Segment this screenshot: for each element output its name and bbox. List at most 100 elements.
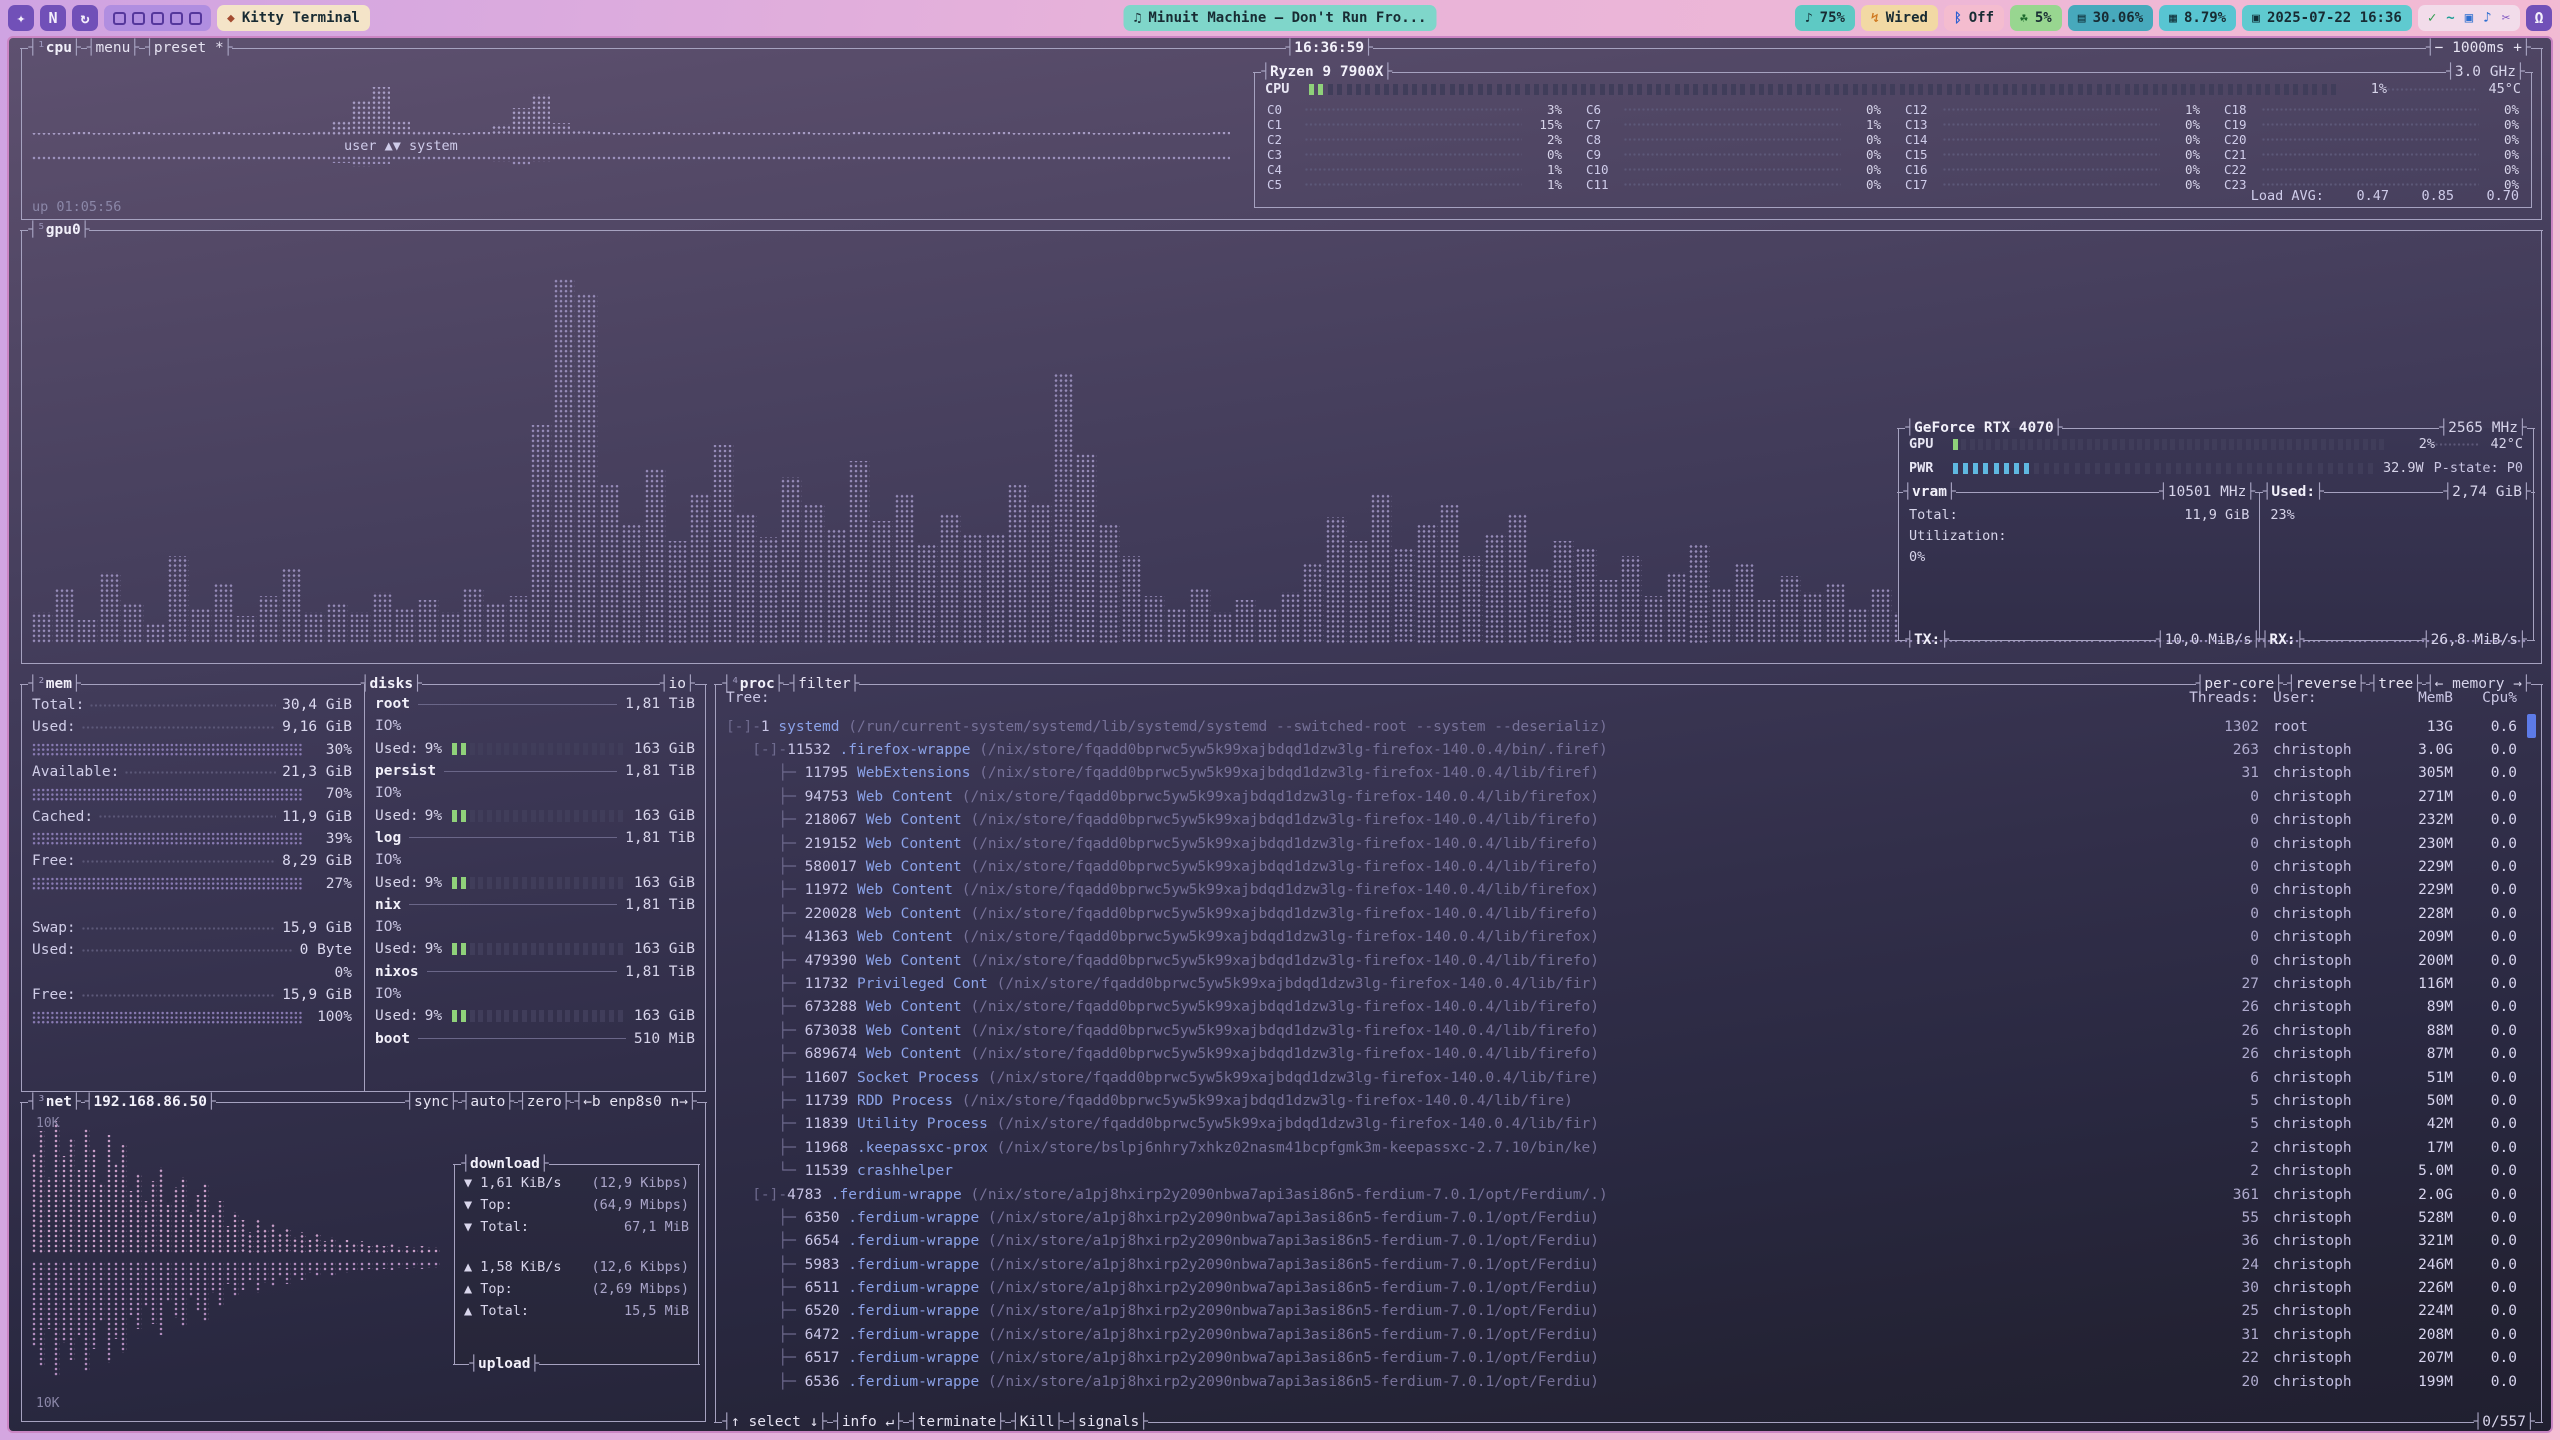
- mem-usage-meter: 70%: [32, 783, 352, 805]
- workspace-icon[interactable]: [189, 12, 202, 25]
- process-row[interactable]: ├─ 11607 Socket Process (/nix/store/fqad…: [726, 1066, 2517, 1089]
- scissors-icon[interactable]: ✂: [2502, 10, 2510, 26]
- info-control[interactable]: info ↵: [833, 1414, 903, 1430]
- workspace-icon[interactable]: [170, 12, 183, 25]
- process-row[interactable]: ├─ 6520 .ferdium-wrappe (/nix/store/a1pj…: [726, 1300, 2517, 1323]
- ip-address: 192.168.86.50: [85, 1094, 216, 1110]
- gpu-detail-panel: GeForce RTX 4070 2565 MHz GPU 2% 42°C PW…: [1898, 428, 2534, 640]
- select-control[interactable]: ↑ select ↓: [722, 1414, 827, 1430]
- audio-icon[interactable]: ♪: [2483, 10, 2491, 26]
- process-row[interactable]: ├─ 6536 .ferdium-wrappe (/nix/store/a1pj…: [726, 1370, 2517, 1393]
- scrollbar-thumb[interactable]: [2527, 714, 2536, 738]
- process-row[interactable]: ├─ 94753 Web Content (/nix/store/fqadd0b…: [726, 785, 2517, 808]
- net-box-title[interactable]: ³net: [28, 1094, 80, 1110]
- header-memory[interactable]: MemB: [2377, 690, 2453, 706]
- process-row[interactable]: ├─ 6517 .ferdium-wrappe (/nix/store/a1pj…: [726, 1347, 2517, 1370]
- disks-title[interactable]: disks: [361, 676, 422, 692]
- wave-icon[interactable]: ~: [2446, 10, 2454, 26]
- process-row[interactable]: ├─ 41363 Web Content (/nix/store/fqadd0b…: [726, 926, 2517, 949]
- menu-button[interactable]: menu: [87, 40, 139, 56]
- process-row[interactable]: ├─ 11732 Privileged Cont (/nix/store/fqa…: [726, 972, 2517, 995]
- process-row[interactable]: ├─ 479390 Web Content (/nix/store/fqadd0…: [726, 949, 2517, 972]
- vram-util-label: Utilization:: [1909, 528, 2007, 544]
- process-row[interactable]: [-]-4783 .ferdium-wrappe (/nix/store/a1p…: [726, 1183, 2517, 1206]
- cpu-panel: ¹cpu menu preset * 16:36:59 − 1000ms + u…: [21, 48, 2542, 220]
- terminate-control[interactable]: terminate: [909, 1414, 1005, 1430]
- media-player[interactable]: ♫ Minuit Machine – Don't Run Fro...: [1124, 5, 1437, 31]
- nixos-icon[interactable]: N: [40, 5, 66, 31]
- update-interval-control[interactable]: − 1000ms +: [2426, 40, 2531, 56]
- workspace-icon[interactable]: [151, 12, 164, 25]
- disk-io-row: IO%: [375, 782, 695, 804]
- core-grid: C03%C115%C22%C30%C41%C51%C60%C71%C80%C90…: [1255, 97, 2531, 183]
- process-row[interactable]: ├─ 11739 RDD Process (/nix/store/fqadd0b…: [726, 1089, 2517, 1112]
- workspace-icon[interactable]: [132, 12, 145, 25]
- proc-box-title[interactable]: ⁴proc: [722, 676, 783, 692]
- core-row: C71%: [1586, 117, 1881, 132]
- header-cpu[interactable]: Cpu%: [2453, 690, 2517, 706]
- process-row[interactable]: ├─ 6472 .ferdium-wrappe (/nix/store/a1pj…: [726, 1323, 2517, 1346]
- cpu-graph-divider: user ▲▼ system: [32, 138, 1232, 154]
- io-toggle[interactable]: io: [660, 676, 695, 692]
- process-row[interactable]: ├─ 218067 Web Content (/nix/store/fqadd0…: [726, 809, 2517, 832]
- cpu-box-title[interactable]: ¹cpu: [28, 40, 80, 56]
- process-row[interactable]: ├─ 6511 .ferdium-wrappe (/nix/store/a1pj…: [726, 1276, 2517, 1299]
- kill-control[interactable]: Kill: [1011, 1414, 1063, 1430]
- sync-button[interactable]: sync: [405, 1094, 457, 1110]
- display-icon[interactable]: ▣: [2465, 10, 2473, 26]
- status-cpu-usage[interactable]: ☘5%: [2010, 5, 2062, 31]
- process-row[interactable]: ├─ 11839 Utility Process (/nix/store/fqa…: [726, 1113, 2517, 1136]
- process-row[interactable]: ├─ 11972 Web Content (/nix/store/fqadd0b…: [726, 879, 2517, 902]
- check-icon[interactable]: ✓: [2428, 10, 2436, 26]
- gpu-pstate: P-state: P0: [2434, 460, 2523, 476]
- bell-icon[interactable]: Ω: [2526, 5, 2552, 31]
- per-core-toggle[interactable]: per-core: [2196, 676, 2283, 692]
- process-row[interactable]: ├─ 219152 Web Content (/nix/store/fqadd0…: [726, 832, 2517, 855]
- workspace-icon[interactable]: [113, 12, 126, 25]
- header-user[interactable]: User:: [2259, 690, 2377, 706]
- process-row[interactable]: ├─ 6350 .ferdium-wrappe (/nix/store/a1pj…: [726, 1206, 2517, 1229]
- process-row[interactable]: ├─ 5983 .ferdium-wrappe (/nix/store/a1pj…: [726, 1253, 2517, 1276]
- process-row[interactable]: ├─ 6654 .ferdium-wrappe (/nix/store/a1pj…: [726, 1230, 2517, 1253]
- core-row: C03%: [1267, 102, 1562, 117]
- mem-usage-meter: 30%: [32, 739, 352, 761]
- status-memory-usage[interactable]: ▦8.79%: [2159, 5, 2236, 31]
- kitty-terminal-button[interactable]: ◆ Kitty Terminal: [217, 5, 370, 31]
- header-threads[interactable]: Threads:: [2181, 690, 2259, 706]
- process-row[interactable]: ├─ 580017 Web Content (/nix/store/fqadd0…: [726, 855, 2517, 878]
- status-clock[interactable]: ▣2025-07-22 16:36: [2242, 5, 2412, 31]
- process-row[interactable]: [-]-1 systemd (/run/current-system/syste…: [726, 715, 2517, 738]
- process-row[interactable]: ├─ 689674 Web Content (/nix/store/fqadd0…: [726, 1042, 2517, 1065]
- status-disk-usage[interactable]: ▤30.06%: [2068, 5, 2153, 31]
- status-bluetooth[interactable]: ᛒOff: [1944, 5, 2004, 31]
- signals-control[interactable]: signals: [1069, 1414, 1148, 1430]
- upload-stats: ▲ 1,58 KiB/s(12,6 Kibps)▲ Top:(2,69 Mibp…: [455, 1256, 698, 1322]
- status-volume[interactable]: ♪75%: [1795, 5, 1855, 31]
- preset-button[interactable]: preset *: [145, 40, 232, 56]
- core-row: C220%: [2224, 162, 2519, 177]
- top-bar: ✦ N ↻ ◆ Kitty Terminal ♫ Minuit Machine …: [0, 0, 2560, 36]
- zero-button[interactable]: zero: [518, 1094, 570, 1110]
- header-tree[interactable]: Tree:: [726, 690, 2181, 706]
- tree-toggle[interactable]: tree: [2370, 676, 2422, 692]
- update-icon[interactable]: ↻: [72, 5, 98, 31]
- mem-stat-row: Available:21,3 GiB: [32, 761, 352, 783]
- gpu-box-title[interactable]: ⁵gpu0: [28, 222, 89, 238]
- filter-button[interactable]: filter: [789, 676, 859, 692]
- process-row[interactable]: ├─ 11795 WebExtensions (/nix/store/fqadd…: [726, 762, 2517, 785]
- process-row[interactable]: [-]-11532 .firefox-wrappe (/nix/store/fq…: [726, 738, 2517, 761]
- reverse-toggle[interactable]: reverse: [2287, 676, 2366, 692]
- interface-switcher[interactable]: ←b enp8s0 n→: [574, 1094, 696, 1110]
- launcher-icon[interactable]: ✦: [8, 5, 34, 31]
- sort-column-selector[interactable]: ← memory →: [2426, 676, 2531, 692]
- process-row[interactable]: ├─ 673038 Web Content (/nix/store/fqadd0…: [726, 1019, 2517, 1042]
- mem-box-title[interactable]: ²mem: [28, 676, 80, 692]
- process-row[interactable]: ├─ 220028 Web Content (/nix/store/fqadd0…: [726, 902, 2517, 925]
- cpu-usage-icon: ☘: [2020, 11, 2028, 26]
- auto-button[interactable]: auto: [462, 1094, 514, 1110]
- net-stat-row: ▲ Total:15,5 MiB: [455, 1300, 698, 1322]
- status-network[interactable]: ↯Wired: [1861, 5, 1938, 31]
- process-row[interactable]: └─ 11539 crashhelper 2christoph5.0M0.0: [726, 1159, 2517, 1182]
- process-row[interactable]: ├─ 11968 .keepassxc-prox (/nix/store/bsl…: [726, 1136, 2517, 1159]
- process-row[interactable]: ├─ 673288 Web Content (/nix/store/fqadd0…: [726, 996, 2517, 1019]
